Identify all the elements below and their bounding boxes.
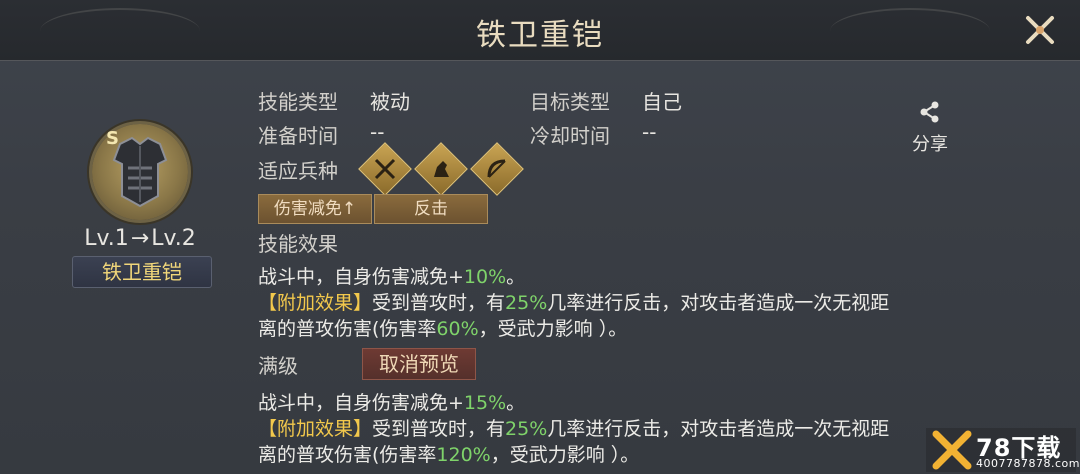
cooldown-label: 冷却时间	[530, 124, 610, 148]
level-from: Lv.1	[84, 226, 129, 251]
effect-line-3: 离的普攻伤害(伤害率60%，受武力影响 ）。	[258, 318, 628, 340]
watermark: 78下载 4007787878.com	[926, 428, 1079, 472]
cavalry-troop-icon	[414, 142, 468, 196]
target-type-value: 自己	[642, 90, 682, 114]
prep-time-value: --	[370, 120, 385, 144]
archer-troop-icon	[470, 142, 524, 196]
max-level-title: 满级	[258, 354, 298, 378]
max-effect-line-1: 战斗中，自身伤害减免+15%。	[258, 392, 526, 414]
close-button[interactable]	[1018, 8, 1062, 52]
spear-troop-icon	[358, 142, 412, 196]
target-type-label: 目标类型	[530, 90, 610, 114]
max-effect-line-3: 离的普攻伤害(伤害率120%，受武力影响 ）。	[258, 444, 640, 466]
skill-icon: S	[92, 124, 188, 220]
cooldown-value: --	[642, 120, 657, 144]
tag-counterattack: 反击	[374, 194, 488, 224]
watermark-url: 4007787878.com	[976, 457, 1080, 470]
skill-rank-letter: S	[106, 128, 119, 149]
cancel-preview-button[interactable]: 取消预览	[362, 348, 476, 380]
effect-line-2: 【附加效果】受到普攻时，有25%几率进行反击，对攻击者造成一次无视距	[258, 292, 890, 314]
skill-effect-text: 战斗中，自身伤害减免+10%。 【附加效果】受到普攻时，有25%几率进行反击，对…	[258, 264, 978, 342]
page-title: 铁卫重铠	[476, 18, 604, 53]
close-icon	[1026, 16, 1054, 44]
skill-level: Lv.1→Lv.2	[60, 226, 220, 251]
skill-effect-title: 技能效果	[258, 232, 338, 256]
skill-type-label: 技能类型	[258, 90, 338, 114]
share-button[interactable]: 分享	[906, 100, 954, 156]
troop-type-label: 适应兵种	[258, 159, 338, 183]
skill-type-value: 被动	[370, 90, 410, 114]
share-label: 分享	[912, 134, 948, 155]
level-arrow: →	[130, 226, 150, 251]
level-to: Lv.2	[151, 226, 196, 251]
tag-damage-reduction: 伤害减免↑	[258, 194, 372, 224]
effect-line-1: 战斗中，自身伤害减免+10%。	[258, 266, 526, 288]
watermark-logo-icon	[932, 430, 972, 470]
prep-time-label: 准备时间	[258, 124, 338, 148]
header-bar: 铁卫重铠	[0, 0, 1080, 61]
max-level-effect-text: 战斗中，自身伤害减免+15%。 【附加效果】受到普攻时，有25%几率进行反击，对…	[258, 390, 978, 468]
share-icon	[920, 101, 939, 123]
max-effect-line-2: 【附加效果】受到普攻时，有25%几率进行反击，对攻击者造成一次无视距	[258, 418, 890, 440]
skill-name-plate: 铁卫重铠	[72, 256, 212, 288]
